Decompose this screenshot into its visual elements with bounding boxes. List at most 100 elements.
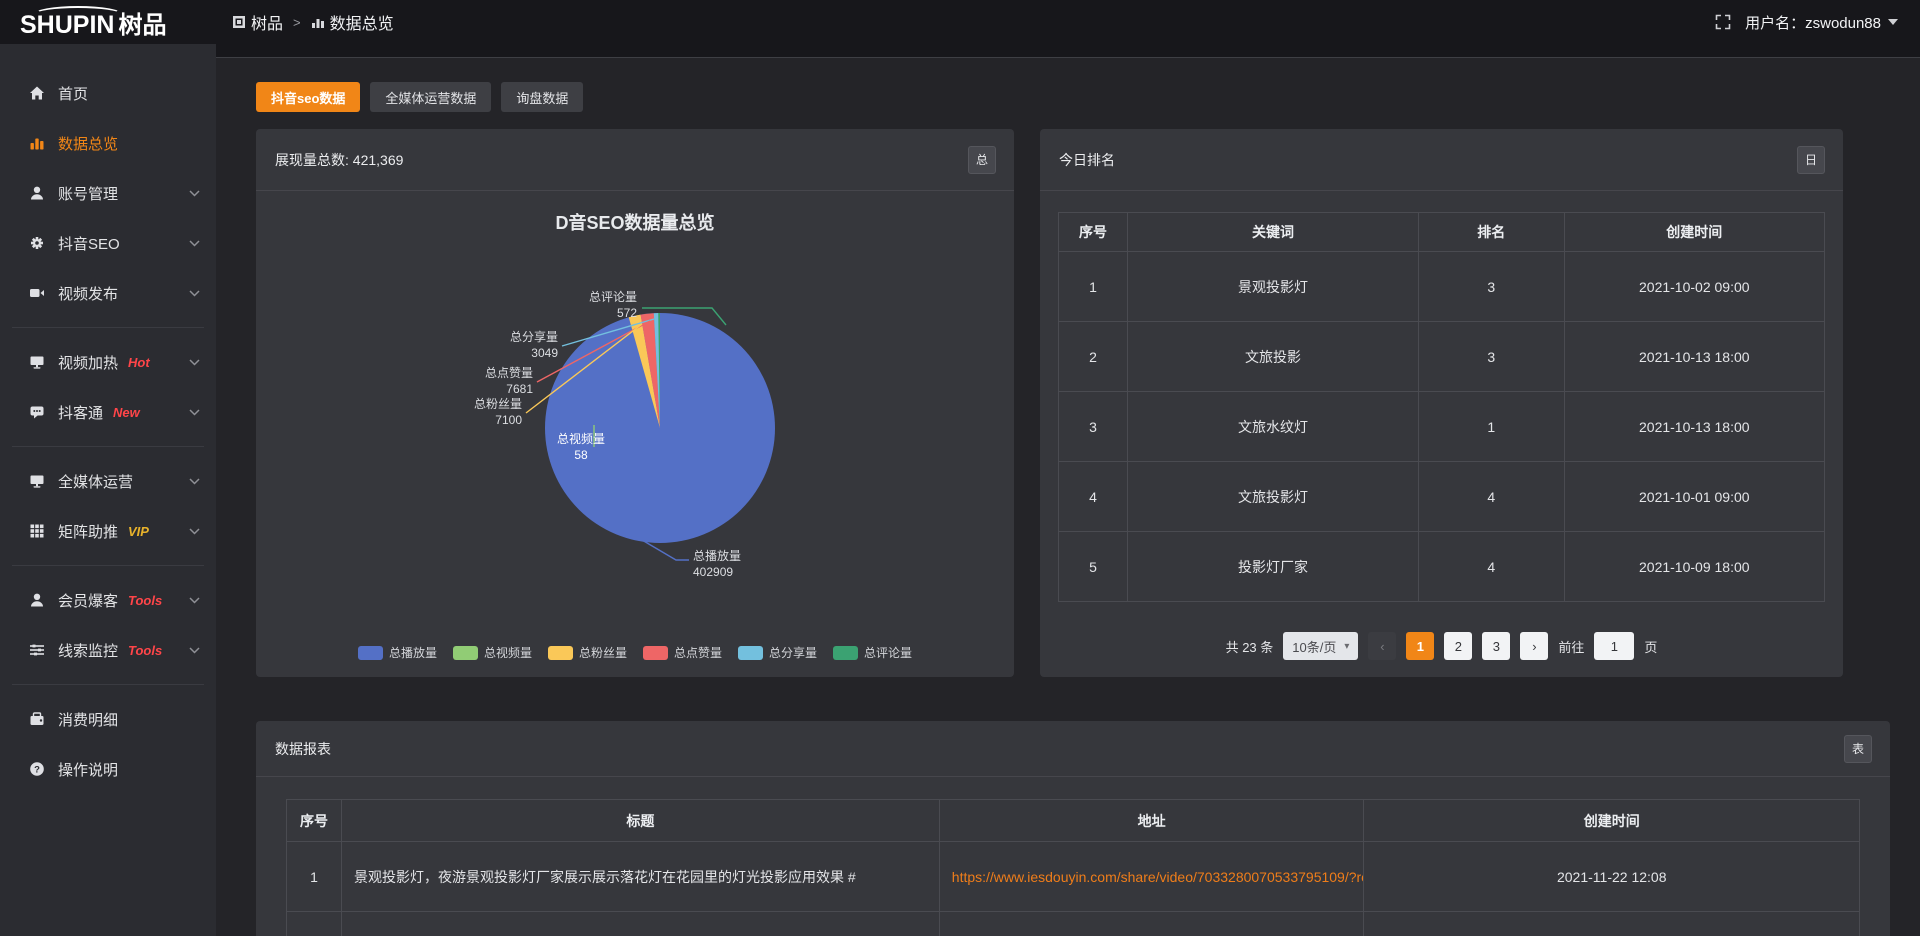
new-badge: New — [113, 405, 140, 420]
chart-title: D音SEO数据量总览 — [555, 212, 714, 233]
sidebar-item-account[interactable]: 账号管理 — [0, 168, 216, 218]
impressions-total-label: 展现量总数: 421,369 — [275, 150, 403, 170]
label-videos: 总视频量 — [557, 431, 605, 446]
sidebar-item-lead-monitor[interactable]: 线索监控 Tools — [0, 625, 216, 675]
legend-swatch — [643, 646, 668, 660]
leader-line-play — [642, 540, 689, 560]
table-row: 2 文旅投影 3 2021-10-13 18:00 — [1059, 322, 1825, 392]
chevron-down-icon — [189, 190, 200, 197]
legend-item[interactable]: 总分享量 — [738, 644, 817, 661]
breadcrumb-root[interactable]: 树品 — [232, 10, 283, 34]
tab-omnimedia-data[interactable]: 全媒体运营数据 — [370, 82, 491, 112]
table-row — [287, 912, 1860, 936]
sidebar-item-member-burst[interactable]: 会员爆客 Tools — [0, 575, 216, 625]
legend-item[interactable]: 总评论量 — [833, 644, 912, 661]
label-shares: 总分享量 — [510, 329, 558, 344]
logo-text-cn: 树品 — [118, 5, 166, 40]
sidebar-divider — [12, 327, 204, 328]
data-tabs: 抖音seo数据 全媒体运营数据 询盘数据 — [256, 82, 1890, 112]
sidebar-item-instructions[interactable]: ? 操作说明 — [0, 744, 216, 794]
sidebar: 首页 数据总览 账号管理 抖音SEO 视频发布 视频加热 Hot 抖客通 New… — [0, 44, 216, 936]
report-title: 数据报表 — [275, 739, 331, 759]
table-row: 4 文旅投影灯 4 2021-10-01 09:00 — [1059, 462, 1825, 532]
tools-badge: Tools — [128, 643, 162, 658]
report-panel-header: 数据报表 表 — [256, 721, 1890, 777]
sidebar-item-omnimedia[interactable]: 全媒体运营 — [0, 456, 216, 506]
monitor-icon — [28, 473, 45, 490]
sidebar-item-video-publish[interactable]: 视频发布 — [0, 268, 216, 318]
user-icon — [28, 592, 45, 609]
sidebar-item-douyin-seo[interactable]: 抖音SEO — [0, 218, 216, 268]
video-icon — [28, 285, 45, 302]
chevron-down-icon — [189, 528, 200, 535]
today-ranking-panel: 今日排名 日 序号 关键词 排名 创建时间 1 景观投影灯 3 2021-10-… — [1040, 129, 1843, 677]
legend-swatch — [453, 646, 478, 660]
question-icon: ? — [28, 761, 45, 778]
wallet-icon — [28, 711, 45, 728]
hot-badge: Hot — [128, 355, 150, 370]
table-header-row: 序号 关键词 排名 创建时间 — [1059, 213, 1825, 252]
home-icon — [28, 85, 45, 102]
sidebar-item-video-heat[interactable]: 视频加热 Hot — [0, 337, 216, 387]
chart-legend: 总播放量 总视频量 总粉丝量 总点赞量 总分享量 总评论量 — [256, 644, 1014, 661]
tab-douyin-seo-data[interactable]: 抖音seo数据 — [256, 82, 360, 112]
sidebar-item-spend-detail[interactable]: 消费明细 — [0, 694, 216, 744]
table-row: 1 景观投影灯，夜游景观投影灯厂家展示展示落花灯在花园里的灯光投影应用效果 # … — [287, 842, 1860, 912]
ranking-title: 今日排名 — [1059, 150, 1115, 170]
label-fans: 总粉丝量 — [474, 397, 522, 411]
table-toggle-button[interactable]: 表 — [1844, 735, 1872, 763]
breadcrumb-separator: > — [293, 15, 301, 30]
legend-item[interactable]: 总粉丝量 — [548, 644, 627, 661]
day-toggle-button[interactable]: 日 — [1797, 146, 1825, 174]
total-toggle-button[interactable]: 总 — [968, 146, 996, 174]
bar-chart-icon — [28, 135, 45, 152]
chevron-down-icon: ▾ — [1344, 641, 1349, 652]
monitor-icon — [28, 354, 45, 371]
legend-swatch — [738, 646, 763, 660]
goto-page-input[interactable] — [1594, 632, 1634, 660]
table-row: 5 投影灯厂家 4 2021-10-09 18:00 — [1059, 532, 1825, 602]
pie-chart-svg: D音SEO数据量总览 总评论量 572 — [256, 191, 1014, 677]
page-button-3[interactable]: 3 — [1482, 632, 1510, 660]
legend-item[interactable]: 总视频量 — [453, 644, 532, 661]
ranking-panel-header: 今日排名 日 — [1040, 129, 1843, 191]
value-likes: 7681 — [506, 382, 533, 396]
logo-arc — [34, 6, 122, 22]
tab-inquiry-data[interactable]: 询盘数据 — [501, 82, 583, 112]
pie-chart: D音SEO数据量总览 总评论量 572 — [256, 191, 1014, 677]
sidebar-item-home[interactable]: 首页 — [0, 68, 216, 118]
breadcrumb-current: 数据总览 — [311, 10, 394, 34]
legend-item[interactable]: 总播放量 — [358, 644, 437, 661]
table-row: 3 文旅水纹灯 1 2021-10-13 18:00 — [1059, 392, 1825, 462]
page-button-2[interactable]: 2 — [1444, 632, 1472, 660]
legend-item[interactable]: 总点赞量 — [643, 644, 722, 661]
sidebar-item-data-overview[interactable]: 数据总览 — [0, 118, 216, 168]
goto-suffix-label: 页 — [1644, 637, 1657, 656]
prev-page-button[interactable]: ‹ — [1368, 632, 1396, 660]
label-comments: 总评论量 — [589, 290, 637, 304]
table-header-row: 序号 标题 地址 创建时间 — [287, 800, 1860, 842]
seo-overview-panel: 展现量总数: 421,369 总 D音SEO数据量总览 — [256, 129, 1014, 677]
page-button-1[interactable]: 1 — [1406, 632, 1434, 660]
gear-icon — [28, 235, 45, 252]
value-fans: 7100 — [495, 413, 522, 427]
legend-swatch — [833, 646, 858, 660]
report-row-title: 景观投影灯，夜游景观投影灯厂家展示展示落花灯在花园里的灯光投影应用效果 # — [342, 842, 940, 912]
value-play: 402909 — [693, 565, 733, 579]
report-row-link[interactable]: https://www.iesdouyin.com/share/video/70… — [952, 869, 1364, 885]
mini-bar-chart-icon — [311, 15, 325, 29]
app-logo: SHUPIN 树品 — [0, 5, 216, 40]
chevron-down-icon — [189, 290, 200, 297]
chevron-down-icon — [189, 359, 200, 366]
main-content: 抖音seo数据 全媒体运营数据 询盘数据 展现量总数: 421,369 总 D音… — [216, 0, 1920, 936]
sidebar-item-doketong[interactable]: 抖客通 New — [0, 387, 216, 437]
next-page-button[interactable]: › — [1520, 632, 1548, 660]
page-size-select[interactable]: 10条/页 ▾ — [1283, 632, 1358, 660]
sidebar-divider — [12, 446, 204, 447]
user-menu[interactable]: 用户名：zswodun88 — [1745, 12, 1898, 33]
tools-badge: Tools — [128, 593, 162, 608]
vip-badge: VIP — [128, 524, 149, 539]
table-row: 1 景观投影灯 3 2021-10-02 09:00 — [1059, 252, 1825, 322]
sidebar-item-matrix-boost[interactable]: 矩阵助推 VIP — [0, 506, 216, 556]
fullscreen-icon[interactable] — [1715, 14, 1731, 30]
